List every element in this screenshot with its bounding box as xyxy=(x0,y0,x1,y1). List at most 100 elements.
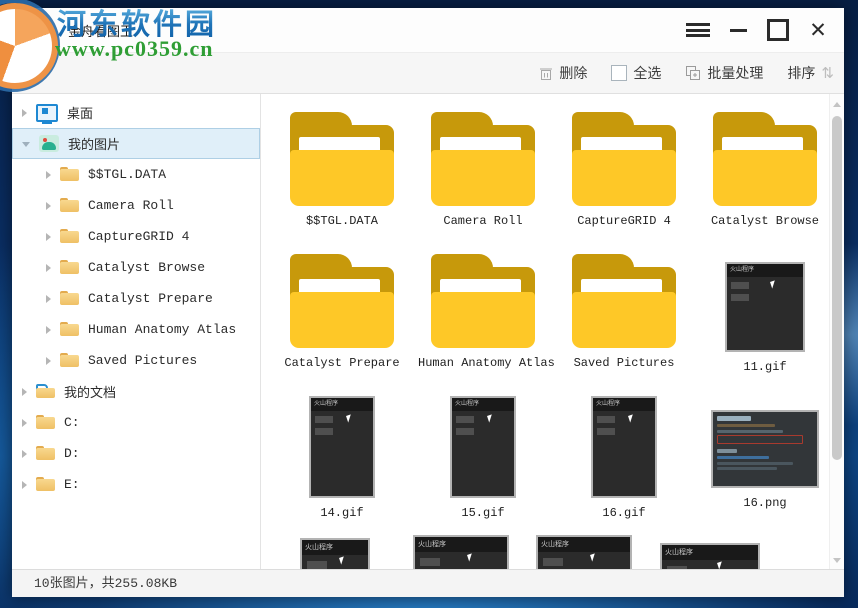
folder-icon xyxy=(60,167,79,182)
sort-button[interactable]: 排序 ⇅ xyxy=(787,63,834,83)
expand-arrow-icon[interactable] xyxy=(46,233,51,241)
folder-tile[interactable]: Saved Pictures xyxy=(559,254,689,370)
vertical-scrollbar[interactable] xyxy=(829,94,844,569)
thumbnail-titlebar: 火山程序 xyxy=(452,398,514,411)
folder-tile[interactable]: CaptureGRID 4 xyxy=(559,112,689,228)
window-controls: ✕ xyxy=(678,14,838,46)
expand-arrow-icon[interactable] xyxy=(22,419,27,427)
expand-arrow-icon[interactable] xyxy=(46,171,51,179)
maximize-button[interactable] xyxy=(758,14,798,46)
thumb-button xyxy=(731,282,749,289)
folder-icon xyxy=(713,112,817,206)
sidebar-item-tgl-data[interactable]: $$TGL.DATA xyxy=(12,159,260,190)
batch-process-button[interactable]: 批量处理 xyxy=(685,63,763,83)
app-icon xyxy=(14,16,42,44)
sidebar-item-my-pictures[interactable]: 我的图片 xyxy=(12,128,260,159)
sidebar-item-human-anatomy-atlas[interactable]: Human Anatomy Atlas xyxy=(12,314,260,345)
image-tile[interactable]: 火山程序 11.gif xyxy=(700,254,830,374)
scroll-up-icon[interactable] xyxy=(833,102,841,107)
delete-label: 删除 xyxy=(559,63,587,83)
folder-tile[interactable]: $$TGL.DATA xyxy=(277,112,407,228)
image-tile[interactable]: 16.png xyxy=(700,396,830,510)
delete-button[interactable]: 删除 xyxy=(539,63,587,83)
thumb-button xyxy=(420,558,440,566)
window-title: 金舟看图王 xyxy=(68,21,133,40)
image-tile-partial[interactable]: 火山程序 xyxy=(413,535,509,569)
folder-tile[interactable]: Camera Roll xyxy=(418,112,548,228)
image-tile-partial[interactable]: 火山程序 xyxy=(300,538,370,569)
folder-icon xyxy=(60,198,79,213)
select-all-control[interactable]: 全选 xyxy=(611,63,661,83)
expand-arrow-icon[interactable] xyxy=(46,326,51,334)
image-tile[interactable]: 火山程序 15.gif xyxy=(418,396,548,520)
thumb-button xyxy=(315,428,333,435)
minimize-button[interactable] xyxy=(718,14,758,46)
tile-label: Human Anatomy Atlas xyxy=(418,356,548,370)
expand-arrow-icon[interactable] xyxy=(46,357,51,365)
close-button[interactable]: ✕ xyxy=(798,14,838,46)
png-thumbnail xyxy=(711,410,819,488)
sidebar-item-desktop[interactable]: 桌面 xyxy=(12,97,260,128)
folder-tile[interactable]: Human Anatomy Atlas xyxy=(418,254,548,370)
cursor-arrow-icon xyxy=(628,414,635,422)
tile-label: 14.gif xyxy=(277,506,407,520)
image-tile-partial[interactable]: 火山程序 xyxy=(660,543,760,569)
sidebar-item-drive-e[interactable]: E: xyxy=(12,469,260,500)
cursor-arrow-icon xyxy=(717,561,724,569)
tile-label: 16.png xyxy=(700,496,830,510)
collapse-arrow-icon[interactable] xyxy=(22,142,30,147)
image-tile[interactable]: 火山程序 14.gif xyxy=(277,396,407,520)
sidebar-item-saved-pictures[interactable]: Saved Pictures xyxy=(12,345,260,376)
sidebar-item-my-documents[interactable]: 我的文档 xyxy=(12,376,260,407)
sidebar-item-capturegrid[interactable]: CaptureGRID 4 xyxy=(12,221,260,252)
sidebar-item-drive-c[interactable]: C: xyxy=(12,407,260,438)
app-window: 金舟看图王 ✕ ← 删除 全选 xyxy=(12,8,844,597)
sidebar-item-catalyst-browse[interactable]: Catalyst Browse xyxy=(12,252,260,283)
thumb-button xyxy=(456,428,474,435)
folder-icon xyxy=(36,415,55,430)
gif-thumbnail: 火山程序 xyxy=(309,396,375,498)
maximize-icon xyxy=(767,19,789,41)
minimize-icon xyxy=(730,29,747,32)
expand-arrow-icon[interactable] xyxy=(22,109,27,117)
expand-arrow-icon[interactable] xyxy=(46,295,51,303)
thumb-button xyxy=(597,428,615,435)
tile-label: Catalyst Browse xyxy=(700,214,830,228)
gif-thumbnail: 火山程序 xyxy=(591,396,657,498)
folder-tile[interactable]: Catalyst Prepare xyxy=(277,254,407,370)
sidebar-item-catalyst-prepare[interactable]: Catalyst Prepare xyxy=(12,283,260,314)
folder-icon xyxy=(431,112,535,206)
trash-icon xyxy=(539,66,553,81)
thumb-button xyxy=(307,561,327,569)
expand-arrow-icon[interactable] xyxy=(22,388,27,396)
image-tile[interactable]: 火山程序 16.gif xyxy=(559,396,689,520)
thumb-button xyxy=(315,416,333,423)
folder-icon xyxy=(431,254,535,348)
tile-label: Saved Pictures xyxy=(559,356,689,370)
folder-tree-sidebar: 桌面 我的图片 $$TGL.DATA Camera Roll CaptureGR xyxy=(12,94,261,569)
sidebar-item-drive-d[interactable]: D: xyxy=(12,438,260,469)
folder-tile[interactable]: Catalyst Browse xyxy=(700,112,830,228)
scrollbar-thumb[interactable] xyxy=(832,116,842,460)
back-button[interactable]: ← xyxy=(24,61,58,85)
folder-icon xyxy=(572,112,676,206)
select-all-checkbox[interactable] xyxy=(611,65,627,81)
expand-arrow-icon[interactable] xyxy=(46,264,51,272)
expand-arrow-icon[interactable] xyxy=(46,202,51,210)
pictures-icon xyxy=(39,135,59,152)
menu-button[interactable] xyxy=(678,14,718,46)
expand-arrow-icon[interactable] xyxy=(22,450,27,458)
scroll-down-icon[interactable] xyxy=(833,558,841,563)
tile-label: 16.gif xyxy=(559,506,689,520)
image-tile-partial[interactable]: 火山程序 xyxy=(536,535,632,569)
thumbnail-titlebar: 火山程序 xyxy=(593,398,655,411)
thumbnail-titlebar: 火山程序 xyxy=(311,398,373,411)
expand-arrow-icon[interactable] xyxy=(22,481,27,489)
folder-icon xyxy=(36,446,55,461)
select-all-label: 全选 xyxy=(633,63,661,83)
thumbnail-titlebar: 火山程序 xyxy=(415,537,507,552)
thumb-button xyxy=(543,558,563,566)
folder-icon xyxy=(60,353,79,368)
sidebar-item-camera-roll[interactable]: Camera Roll xyxy=(12,190,260,221)
tile-label: Camera Roll xyxy=(418,214,548,228)
